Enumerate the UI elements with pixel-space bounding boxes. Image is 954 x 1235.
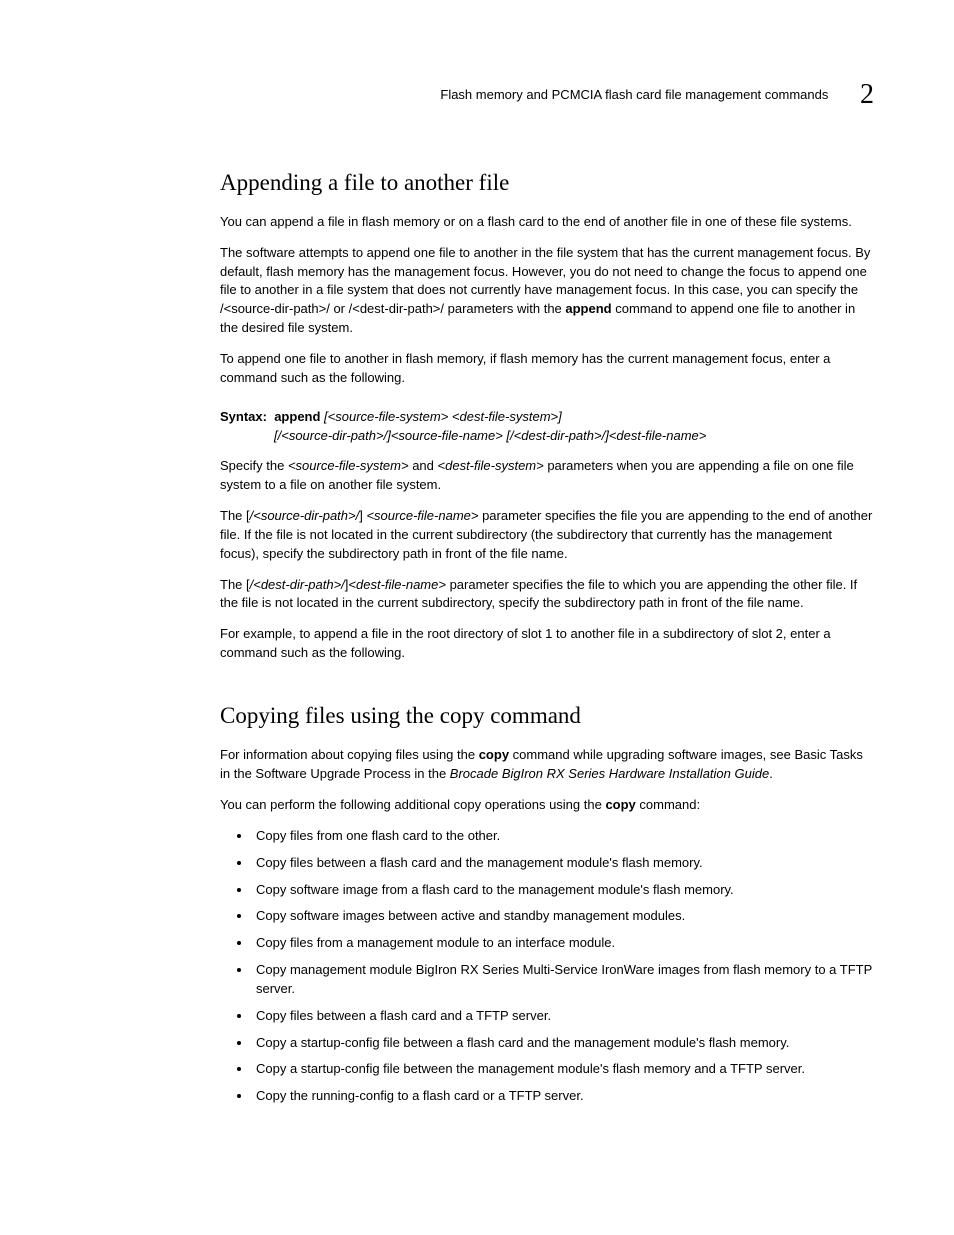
- bullet-list: Copy files from one flash card to the ot…: [220, 827, 874, 1106]
- param: <dest-file-name>: [348, 577, 446, 592]
- body-text: The [/<source-dir-path>/] <source-file-n…: [220, 507, 874, 564]
- param: <dest-file-system>: [438, 458, 544, 473]
- body-text: You can append a file in flash memory or…: [220, 213, 874, 232]
- list-item: Copy a startup-config file between the m…: [252, 1060, 874, 1079]
- list-item: Copy files from one flash card to the ot…: [252, 827, 874, 846]
- param: /<source-dir-path>/: [250, 508, 360, 523]
- list-item: Copy files from a management module to a…: [252, 934, 874, 953]
- list-item: Copy software image from a flash card to…: [252, 881, 874, 900]
- section-heading-copy: Copying files using the copy command: [220, 699, 874, 732]
- list-item: Copy a startup-config file between a fla…: [252, 1034, 874, 1053]
- body-text: Specify the <source-file-system> and <de…: [220, 457, 874, 495]
- syntax-command: append: [274, 409, 320, 424]
- param: <source-file-system>: [288, 458, 409, 473]
- text-run: You can perform the following additional…: [220, 797, 605, 812]
- body-text: For information about copying files usin…: [220, 746, 874, 784]
- running-header-title: Flash memory and PCMCIA flash card file …: [440, 87, 828, 102]
- body-text: The [/<dest-dir-path>/]<dest-file-name> …: [220, 576, 874, 614]
- command-name: copy: [479, 747, 509, 762]
- list-item: Copy management module BigIron RX Series…: [252, 961, 874, 999]
- command-name: append: [565, 301, 611, 316]
- list-item: Copy the running-config to a flash card …: [252, 1087, 874, 1106]
- list-item: Copy files between a flash card and the …: [252, 854, 874, 873]
- page: Flash memory and PCMCIA flash card file …: [0, 0, 954, 1235]
- syntax-label: Syntax:: [220, 409, 267, 424]
- param: <source-file-name>: [366, 508, 478, 523]
- body-text: You can perform the following additional…: [220, 796, 874, 815]
- text-run: .: [769, 766, 773, 781]
- text-run: command:: [636, 797, 700, 812]
- chapter-number: 2: [860, 79, 874, 110]
- param: /<dest-dir-path>/: [250, 577, 345, 592]
- doc-title: Brocade BigIron RX Series Hardware Insta…: [450, 766, 769, 781]
- running-header: Flash memory and PCMCIA flash card file …: [220, 75, 874, 116]
- command-name: copy: [605, 797, 635, 812]
- syntax-args: [<source-file-system> <dest-file-system>…: [320, 409, 561, 424]
- text-run: The [: [220, 508, 250, 523]
- syntax-block: Syntax: append [<source-file-system> <de…: [220, 408, 874, 446]
- text-run: Specify the: [220, 458, 288, 473]
- text-run: and: [409, 458, 438, 473]
- body-text: The software attempts to append one file…: [220, 244, 874, 338]
- list-item: Copy files between a flash card and a TF…: [252, 1007, 874, 1026]
- section-heading-append: Appending a file to another file: [220, 166, 874, 199]
- body-text: To append one file to another in flash m…: [220, 350, 874, 388]
- text-run: The [: [220, 577, 250, 592]
- text-run: For information about copying files usin…: [220, 747, 479, 762]
- list-item: Copy software images between active and …: [252, 907, 874, 926]
- syntax-line: [/<source-dir-path>/]<source-file-name> …: [220, 427, 874, 446]
- syntax-line: Syntax: append [<source-file-system> <de…: [220, 408, 874, 427]
- body-text: For example, to append a file in the roo…: [220, 625, 874, 663]
